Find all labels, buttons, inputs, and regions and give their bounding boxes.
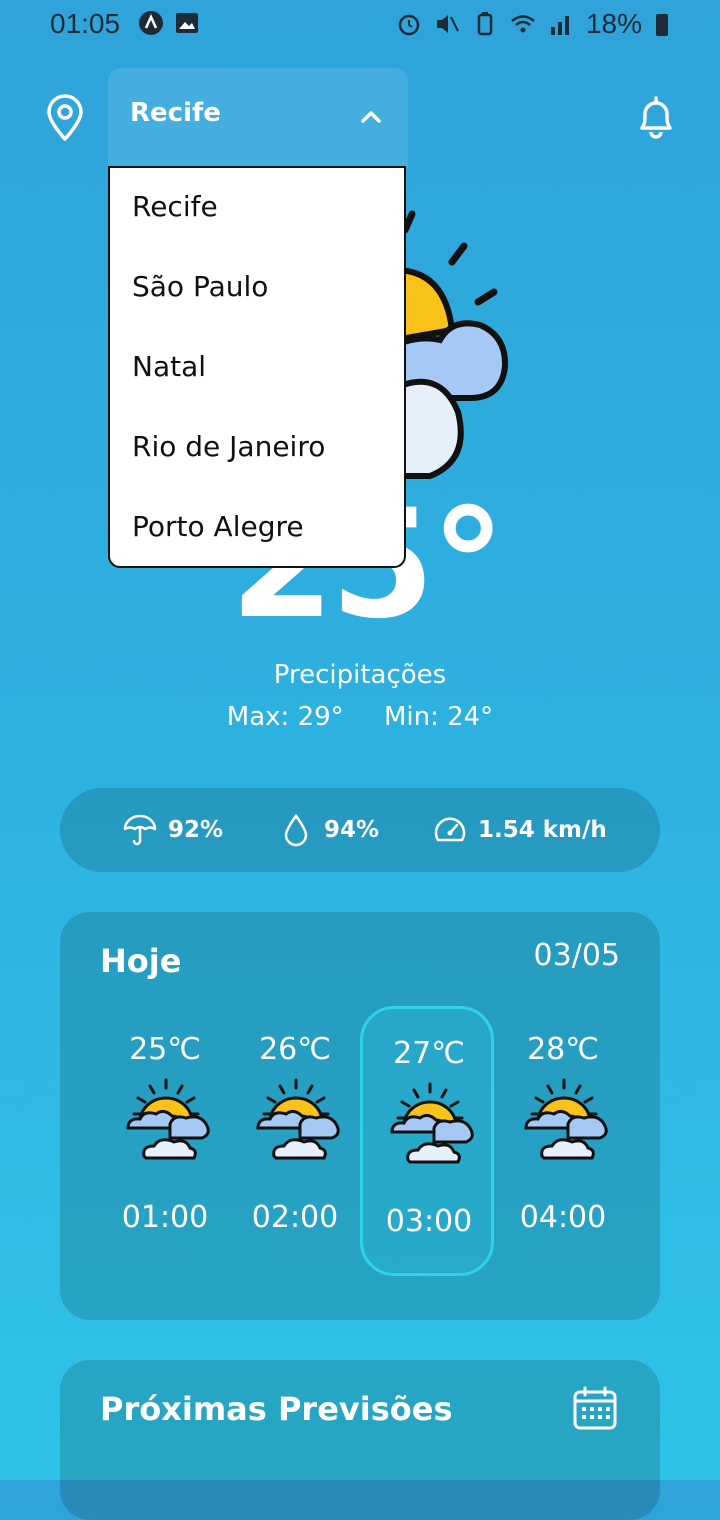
status-time: 01:05 <box>50 8 121 39</box>
hour-temperature: 26℃ <box>259 1032 331 1067</box>
speedometer-icon <box>434 817 466 842</box>
dropdown-item-porto-alegre[interactable]: Porto Alegre <box>132 510 304 543</box>
wind-value: 1.54 km/h <box>478 817 607 843</box>
wind-stat: 1.54 km/h <box>432 812 607 848</box>
partly-cloudy-icon <box>390 1082 474 1164</box>
city-dropdown-menu: Recife São Paulo Natal Rio de Janeiro Po… <box>108 166 406 568</box>
calendar-icon[interactable] <box>572 1386 618 1432</box>
alarm-icon <box>398 14 420 36</box>
min-temperature: Min: 24° <box>383 702 494 732</box>
rain-value: 92% <box>168 817 224 843</box>
today-title: Hoje <box>100 942 182 980</box>
hour-time: 04:00 <box>519 1200 607 1235</box>
dropdown-item-recife[interactable]: Recife <box>132 190 218 223</box>
partly-cloudy-icon <box>256 1078 340 1160</box>
hour-slot[interactable]: 25℃ 01:00 <box>110 1032 220 1235</box>
humidity-value: 94% <box>324 817 380 843</box>
next-forecasts-card: Próximas Previsões <box>60 1360 660 1520</box>
dropdown-item-sao-paulo[interactable]: São Paulo <box>132 270 268 303</box>
today-date: 03/05 <box>533 938 620 973</box>
signal-icon <box>550 16 569 35</box>
today-forecast-card: Hoje 03/05 25℃ 01:00 26℃ 02:00 27℃ 03:00… <box>60 912 660 1320</box>
wifi-icon <box>511 15 535 33</box>
partly-cloudy-icon <box>524 1078 608 1160</box>
location-pin-icon[interactable] <box>44 94 86 142</box>
hour-time: 02:00 <box>251 1200 339 1235</box>
umbrella-icon <box>123 814 157 846</box>
max-temperature: Max: 29° <box>226 702 344 732</box>
hour-temperature: 28℃ <box>527 1032 599 1067</box>
notification-bell-icon[interactable] <box>634 94 678 142</box>
dropdown-item-rio-de-janeiro[interactable]: Rio de Janeiro <box>132 430 325 463</box>
humidity-stat: 94% <box>278 812 379 848</box>
mute-icon <box>436 15 459 33</box>
city-select-value: Recife <box>130 98 221 128</box>
battery-saver-icon <box>477 12 493 36</box>
battery-icon <box>656 14 668 36</box>
hour-slot-active[interactable]: 27℃ 03:00 <box>374 1036 484 1239</box>
max-min-temperature: Max: 29° Min: 24° <box>0 702 720 732</box>
image-notification-icon <box>176 13 198 33</box>
app-notification-icon <box>139 11 163 35</box>
city-select[interactable]: Recife <box>108 68 408 168</box>
hour-slot[interactable]: 28℃ 04:00 <box>508 1032 618 1235</box>
dropdown-item-natal[interactable]: Natal <box>132 350 206 383</box>
next-forecasts-title: Próximas Previsões <box>100 1390 453 1428</box>
status-bar: 01:05 18% <box>0 0 720 52</box>
weather-stats-bar: 92% 94% 1.54 km/h <box>60 788 660 872</box>
battery-percent: 18% <box>585 8 642 39</box>
status-right-icons: 18% <box>396 8 670 40</box>
hour-temperature: 27℃ <box>393 1036 465 1071</box>
hour-time: 01:00 <box>121 1200 209 1235</box>
water-drop-icon <box>284 813 308 847</box>
status-left-icons <box>138 10 200 36</box>
weather-condition: Precipitações <box>273 660 447 690</box>
rain-stat: 92% <box>122 812 223 848</box>
hour-time: 03:00 <box>385 1204 473 1239</box>
hour-temperature: 25℃ <box>129 1032 201 1067</box>
hour-slot[interactable]: 26℃ 02:00 <box>240 1032 350 1235</box>
partly-cloudy-icon <box>126 1078 210 1160</box>
chevron-up-icon <box>361 111 381 123</box>
